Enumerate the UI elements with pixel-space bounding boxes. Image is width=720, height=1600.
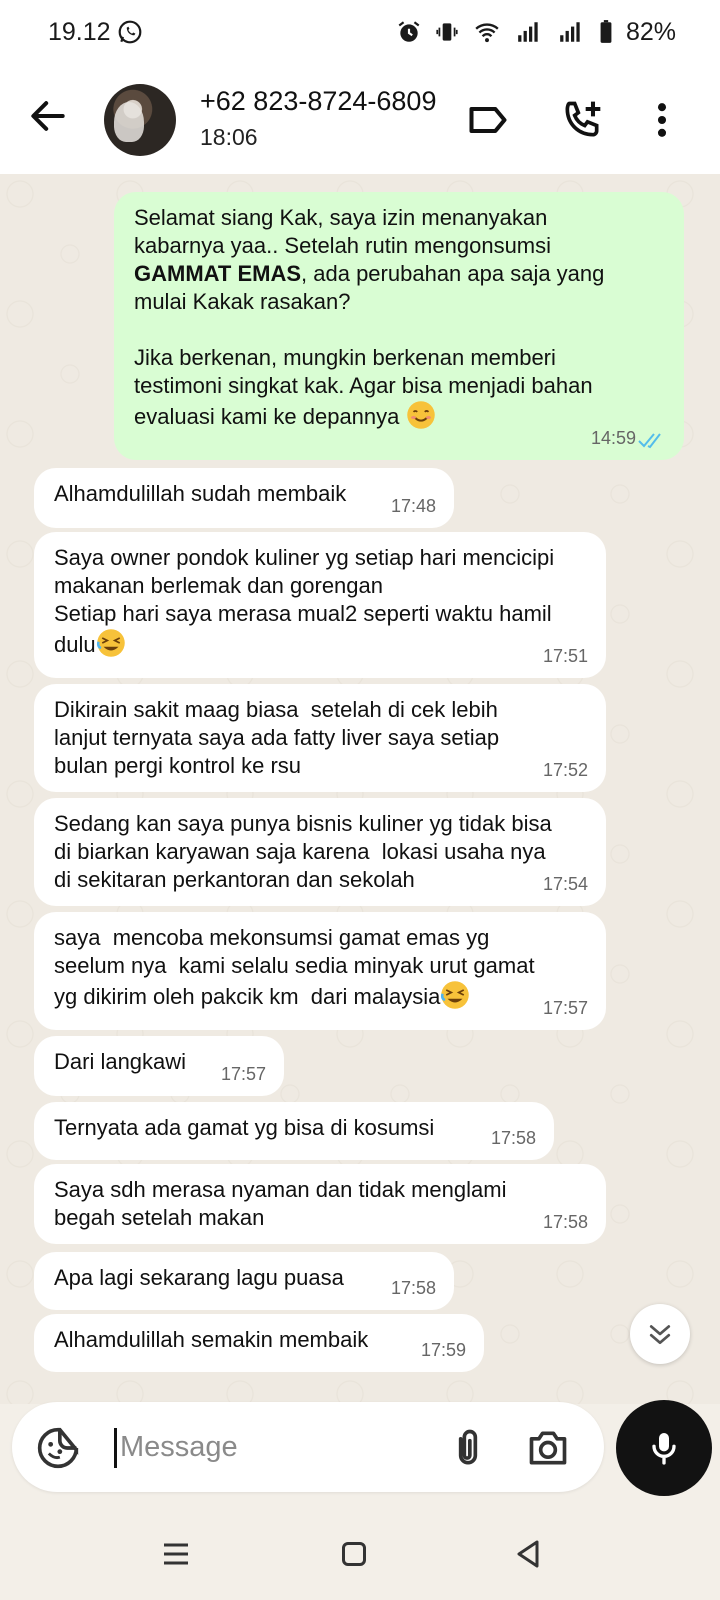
rolling-laughing-emoji: [96, 629, 125, 657]
message-time: 14:59: [590, 428, 636, 448]
message-time: 17:52: [542, 760, 588, 780]
text-caret: [114, 1428, 117, 1468]
attach-icon[interactable]: [446, 1426, 490, 1470]
status-time: 19.12: [48, 17, 111, 46]
message-time: 17:51: [542, 646, 588, 666]
system-nav-bar: [0, 1506, 720, 1600]
message-text: Ternyata ada gamat yg bisa di kosumsi: [54, 1115, 435, 1140]
contact-name[interactable]: +62 823-8724-6809: [200, 86, 436, 117]
vibrate-icon: [436, 23, 458, 41]
chat-header: +62 823-8724-6809 18:06: [0, 64, 720, 174]
message-composer: Message: [12, 1402, 604, 1492]
message-bubble-incoming[interactable]: saya mencoba mekonsumsi gamat emas yg se…: [34, 912, 606, 1030]
double-check-icon: [638, 433, 661, 449]
message-bubble-incoming[interactable]: Alhamdulillah sudah membaik 17:48: [34, 468, 454, 528]
status-left: 19.12: [48, 18, 143, 47]
message-time: 17:58: [490, 1128, 536, 1148]
message-bubble-incoming[interactable]: Saya sdh merasa nyaman dan tidak menglam…: [34, 1164, 606, 1244]
message-time: 17:57: [220, 1064, 266, 1084]
message-time: 17:57: [542, 998, 588, 1018]
message-bubble-incoming[interactable]: Dari langkawi 17:57: [34, 1036, 284, 1096]
message-text: saya mencoba mekonsumsi gamat emas yg se…: [54, 925, 535, 1009]
message-time: 17:58: [542, 1212, 588, 1232]
battery-level: 82%: [625, 17, 676, 46]
message-input[interactable]: Message: [120, 1431, 238, 1464]
message-text: Sedang kan saya punya bisnis kuliner yg …: [54, 811, 552, 892]
message-time: 17:48: [390, 496, 436, 516]
message-bubble-incoming[interactable]: Saya owner pondok kuliner yg setiap hari…: [34, 532, 606, 678]
camera-icon[interactable]: [526, 1426, 570, 1470]
message-bubble-incoming[interactable]: Sedang kan saya punya bisnis kuliner yg …: [34, 798, 606, 906]
back-arrow-icon[interactable]: [26, 94, 70, 138]
rolling-laughing-emoji: [441, 981, 470, 1009]
message-text: Selamat siang Kak, saya izin menanyakan …: [134, 205, 605, 429]
message-bubble-incoming[interactable]: Alhamdulillah semakin membaik 17:59: [34, 1314, 484, 1372]
signal-icon: [518, 22, 538, 42]
sticker-icon[interactable]: [36, 1426, 80, 1470]
alarm-icon: [398, 21, 420, 42]
back-icon[interactable]: [510, 1536, 546, 1572]
message-text: Dikirain sakit maag biasa setelah di cek…: [54, 697, 500, 778]
mic-button[interactable]: [616, 1400, 712, 1496]
mic-icon: [652, 1433, 676, 1465]
avatar[interactable]: [104, 84, 176, 156]
add-call-icon[interactable]: [560, 98, 604, 142]
contact-subtitle: 18:06: [200, 124, 258, 150]
wifi-icon: [475, 23, 499, 43]
smiling-face-emoji: [406, 401, 435, 429]
label-icon[interactable]: [466, 98, 510, 142]
double-chevron-down-icon: [649, 1325, 671, 1345]
more-vertical-icon[interactable]: [640, 98, 684, 142]
scroll-to-bottom-button[interactable]: [630, 1304, 690, 1364]
signal-icon: [560, 22, 580, 42]
message-text: Alhamdulillah semakin membaik: [54, 1327, 369, 1352]
home-icon[interactable]: [336, 1536, 372, 1572]
menu-icon[interactable]: [158, 1536, 194, 1572]
whatsapp-icon: [118, 20, 141, 44]
chat-area[interactable]: Selamat siang Kak, saya izin menanyakan …: [0, 174, 720, 1404]
message-text: Alhamdulillah sudah membaik: [54, 481, 347, 506]
message-bubble-outgoing[interactable]: Selamat siang Kak, saya izin menanyakan …: [114, 192, 684, 460]
message-bubble-incoming[interactable]: Apa lagi sekarang lagu puasa 17:58: [34, 1252, 454, 1310]
message-text: Apa lagi sekarang lagu puasa: [54, 1265, 344, 1290]
status-bar: 19.12 82%: [0, 0, 720, 64]
message-time: 17:58: [390, 1278, 436, 1298]
message-text: Saya sdh merasa nyaman dan tidak menglam…: [54, 1177, 507, 1230]
message-time: 17:54: [542, 874, 588, 894]
message-bubble-incoming[interactable]: Dikirain sakit maag biasa setelah di cek…: [34, 684, 606, 792]
battery-icon: [600, 20, 612, 43]
message-time: 17:59: [420, 1340, 466, 1360]
message-bubble-incoming[interactable]: Ternyata ada gamat yg bisa di kosumsi 17…: [34, 1102, 554, 1160]
status-right: 82%: [396, 18, 676, 47]
message-text: Saya owner pondok kuliner yg setiap hari…: [54, 545, 555, 657]
